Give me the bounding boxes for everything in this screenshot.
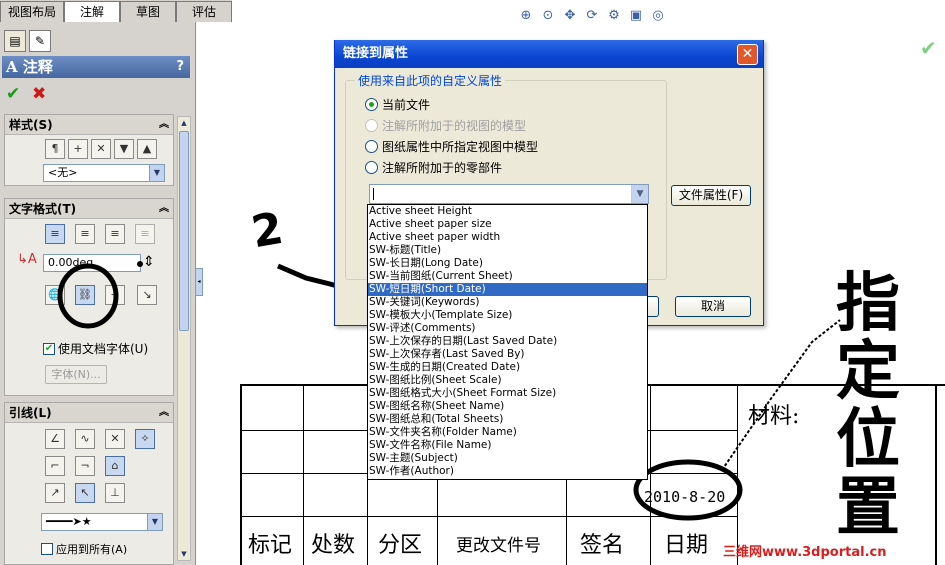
group-label: 使用来自此项的自定义属性 [355,72,506,89]
radio-icon[interactable] [365,140,378,153]
dropdown-option[interactable]: SW-图纸比例(Sheet Scale) [368,374,647,387]
dropdown-option[interactable]: SW-图纸名称(Sheet Name) [368,400,647,413]
option-sheet-model[interactable]: 图纸属性中所指定视图中模型 [365,138,538,155]
property-dropdown-list[interactable]: Active sheet Height Active sheet paper si… [367,204,648,480]
dropdown-option[interactable]: SW-标题(Title) [368,244,647,257]
dropdown-option[interactable]: SW-上次保存的日期(Last Saved Date) [368,335,647,348]
cancel-dialog-button[interactable]: 取消 [675,296,751,317]
pointer-line-mark [721,319,841,471]
dropdown-option[interactable]: Active sheet Height [368,205,647,218]
circle-mark-date [633,459,743,521]
file-properties-button[interactable]: 文件属性(F) [671,185,751,206]
dropdown-option[interactable]: SW-模板大小(Template Size) [368,309,647,322]
close-icon[interactable]: ✕ [737,44,758,65]
dropdown-option[interactable]: SW-图纸格式大小(Sheet Format Size) [368,387,647,400]
option-component[interactable]: 注解所附加于的零部件 [365,159,502,176]
dropdown-option[interactable]: SW-上次保存者(Last Saved By) [368,348,647,361]
dropdown-option[interactable]: SW-文件夹名称(Folder Name) [368,426,647,439]
radio-selected-icon[interactable] [365,98,378,111]
dropdown-option[interactable]: SW-短日期(Short Date) [368,283,647,296]
dropdown-option[interactable]: SW-长日期(Long Date) [368,257,647,270]
dropdown-option[interactable]: Active sheet paper size [368,218,647,231]
handwritten-label: 指定位置 [836,267,900,545]
dropdown-option[interactable]: SW-作者(Author) [368,465,647,478]
radio-icon[interactable] [365,161,378,174]
dropdown-option[interactable]: SW-生成的日期(Created Date) [368,361,647,374]
dropdown-option[interactable]: SW-当前图纸(Current Sheet) [368,270,647,283]
option-label: 注解所附加于的零部件 [382,161,503,175]
chevron-down-icon[interactable]: ▼ [631,185,648,203]
dropdown-option[interactable]: SW-关键词(Keywords) [368,296,647,309]
option-view-model[interactable]: 注解所附加于的视图的模型 [365,117,526,134]
option-label: 当前文件 [382,98,431,112]
dropdown-option[interactable]: SW-图纸总和(Total Sheets) [368,413,647,426]
dropdown-option[interactable]: SW-主题(Subject) [368,452,647,465]
dialog-titlebar[interactable]: 链接到属性 ✕ [335,40,763,68]
dropdown-option[interactable]: SW-评述(Comments) [368,322,647,335]
dropdown-option[interactable]: Active sheet paper width [368,231,647,244]
dropdown-option[interactable]: SW-文件名称(File Name) [368,439,647,452]
watermark: 三维网www.3dportal.cn [723,545,887,560]
dot-mark [137,261,143,267]
option-label: 注解所附加于的视图的模型 [382,119,527,133]
radio-icon[interactable] [365,119,378,132]
property-name-combo[interactable]: ▼ [369,184,649,204]
circle-mark-tool [57,263,119,329]
text-caret [373,188,374,200]
option-label: 图纸属性中所指定视图中模型 [382,140,539,154]
dialog-title: 链接到属性 [343,46,409,61]
option-current-document[interactable]: 当前文件 [365,96,430,113]
